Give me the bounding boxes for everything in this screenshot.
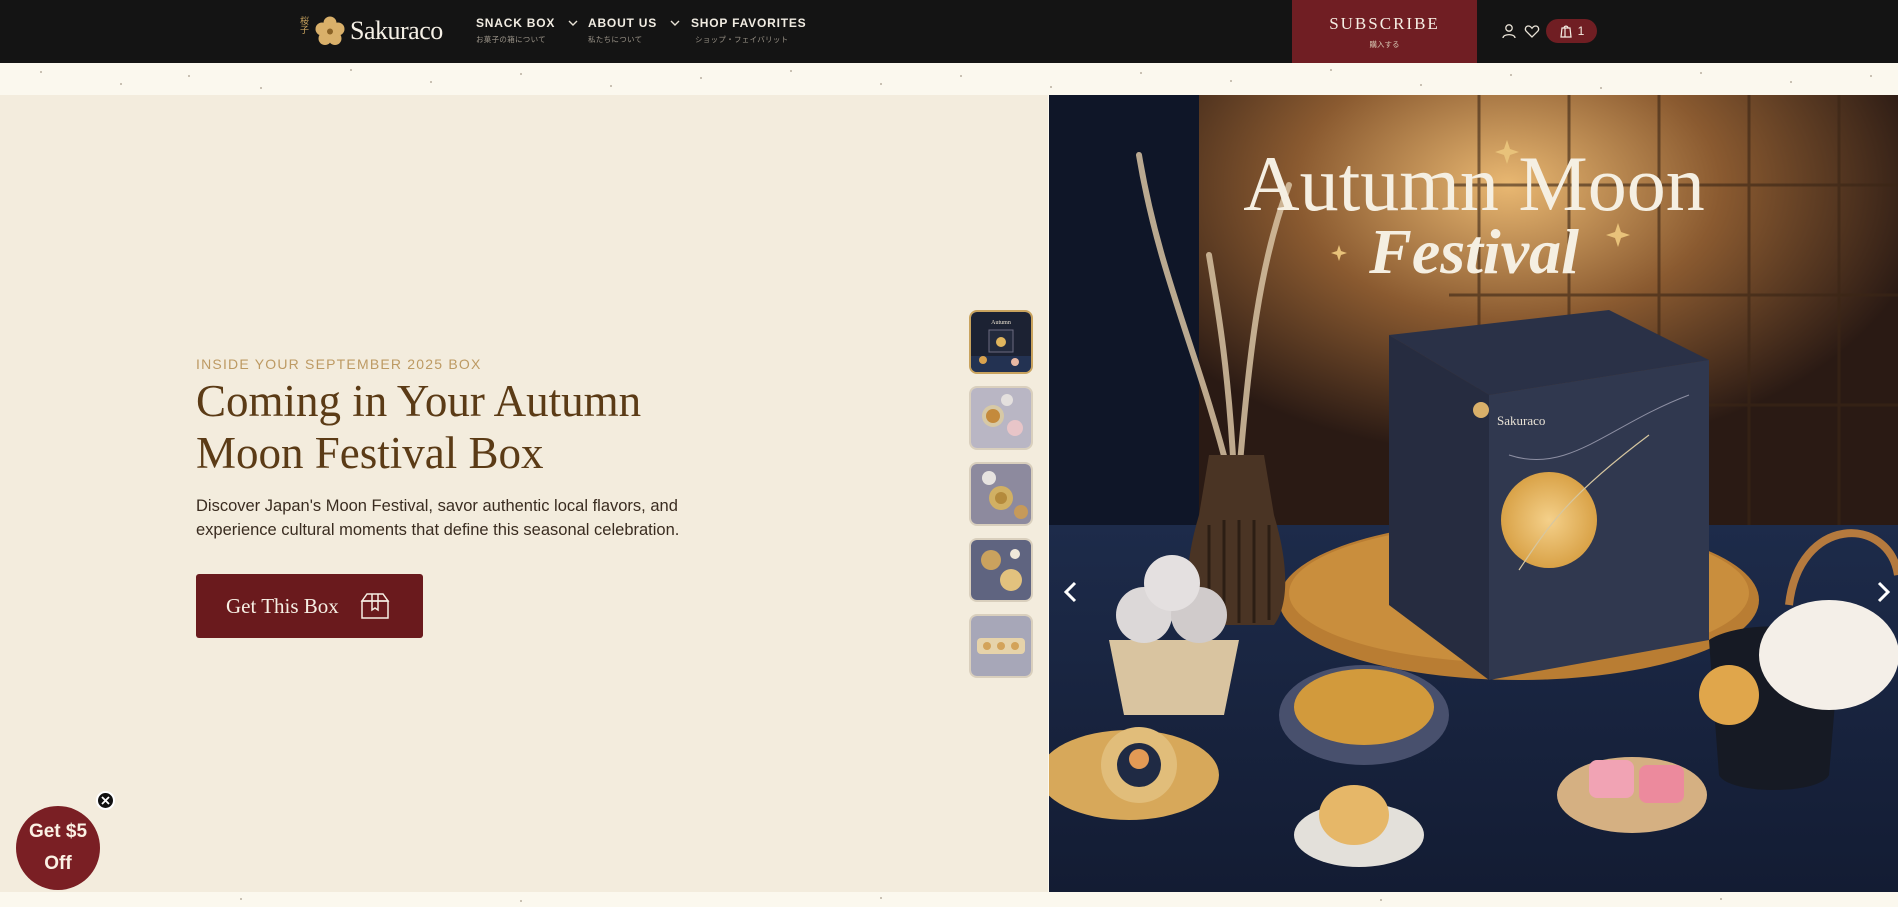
chevron-down-icon [568,20,578,26]
subscribe-label: SUBSCRIBE [1329,13,1440,33]
logo[interactable]: 桜子 Sakuraco [300,13,443,49]
carousel-thumbnail[interactable] [969,538,1033,602]
cart-button[interactable]: 1 [1546,19,1597,43]
nav-snack-box-label: SNACK BOX [476,16,556,30]
cart-icon [1559,25,1572,38]
nav-about-us[interactable]: ABOUT US 私たちについて [588,16,681,45]
nav-shop-favorites-sublabel: ショップ・フェイバリット [695,35,789,44]
thumbnail-image [971,464,1031,524]
decorative-paper-strip [0,63,1898,95]
gift-box-icon [360,593,390,619]
sakura-flower-icon [315,16,345,45]
logo-wordmark: Sakuraco [350,16,443,45]
nav-shop-favorites[interactable]: SHOP FAVORITES ショップ・フェイバリット [691,16,806,45]
promo-line2: Off [44,853,72,874]
carousel-thumbnail[interactable] [969,462,1033,526]
carousel-thumbnail[interactable] [969,386,1033,450]
account-button[interactable] [1499,21,1519,41]
hero-headline: Coming in Your Autumn Moon Festival Box [196,376,642,478]
svg-text:Autumn: Autumn [991,320,1011,326]
user-icon [1502,24,1516,39]
image-title-line2: Festival [1368,216,1579,287]
thumbnail-image: Autumn [971,312,1031,372]
get-this-box-button[interactable]: Get This Box [196,574,423,638]
logo-kanji: 桜子 [300,17,310,36]
subscribe-sublabel: 購入する [1369,39,1400,49]
hero-image-panel: Sakuraco Autumn Moon Festival [1049,95,1898,892]
chevron-down-icon [670,20,680,26]
nav-snack-box-sublabel: お菓子の箱について [476,35,546,44]
carousel-thumbnail[interactable]: Autumn [969,310,1033,374]
subscribe-button[interactable]: SUBSCRIBE 購入する [1292,0,1477,63]
autumn-moon-festival-image: Sakuraco Autumn Moon Festival [1049,95,1898,892]
carousel-thumbnails: Autumn [969,310,1033,678]
nav-shop-favorites-label: SHOP FAVORITES [691,16,807,30]
nav-about-us-label: ABOUT US [588,16,658,30]
thumbnail-image [971,388,1031,448]
wishlist-button[interactable] [1522,21,1542,41]
close-icon [101,796,110,805]
nav-about-us-sublabel: 私たちについて [588,35,643,44]
decorative-paper-strip [0,892,1898,907]
thumbnail-image [971,616,1031,676]
carousel-thumbnail[interactable] [969,614,1033,678]
image-title-line1: Autumn Moon [1243,140,1705,227]
discount-promo-badge[interactable]: Get $5 Off [16,806,100,890]
promo-line1: Get $5 [28,821,88,842]
thumbnail-image [971,540,1031,600]
get-this-box-label: Get This Box [226,593,339,618]
top-navigation-bar: 桜子 Sakuraco SNACK BOX お菓子の箱について ABOUT US… [0,0,1898,63]
hero-description: Discover Japan's Moon Festival, savor au… [196,497,680,539]
heart-icon [1524,25,1540,38]
cart-count: 1 [1577,24,1585,38]
hero-eyebrow: INSIDE YOUR SEPTEMBER 2025 BOX [196,356,482,372]
carousel-prev-arrow[interactable] [1060,579,1082,605]
box-brand-text: Sakuraco [1497,413,1545,428]
nav-snack-box[interactable]: SNACK BOX お菓子の箱について [476,16,579,45]
promo-close-button[interactable] [96,791,115,810]
carousel-next-arrow[interactable] [1872,579,1894,605]
